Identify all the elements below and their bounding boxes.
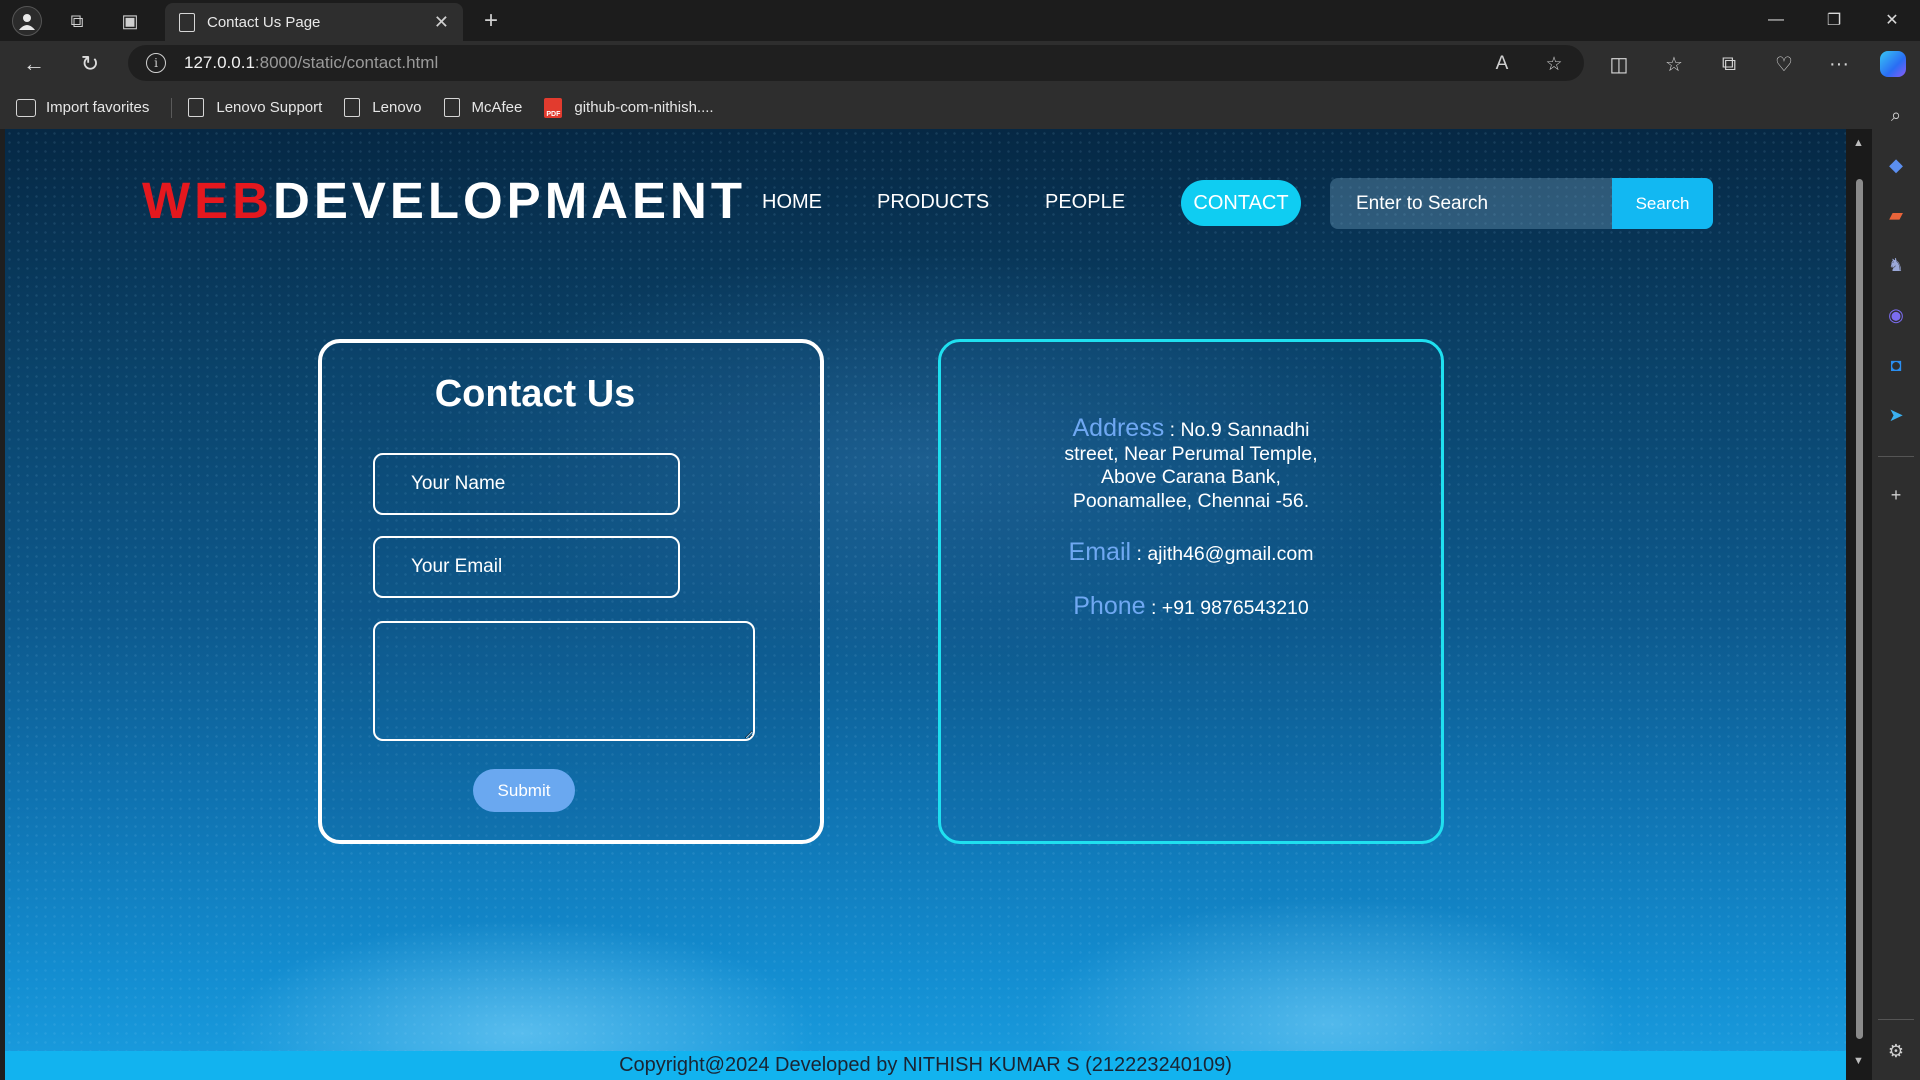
close-window-button[interactable]: ✕ (1864, 0, 1920, 40)
profile-icon[interactable] (12, 6, 42, 36)
close-tab-icon[interactable]: ✕ (434, 12, 449, 33)
page-footer: Copyright@2024 Developed by NITHISH KUMA… (5, 1051, 1846, 1080)
refresh-icon[interactable]: ↻ (73, 47, 107, 81)
phone-label: Phone (1073, 592, 1146, 620)
bookmark-lenovo-support[interactable]: Lenovo Support (188, 98, 322, 117)
contact-form-card: Contact Us Submit (318, 339, 824, 844)
bookmark-label: Import favorites (46, 99, 150, 116)
tab-contact-us[interactable]: Contact Us Page ✕ (165, 3, 463, 41)
title-bar: ⧉ ▣ Contact Us Page ✕ + — ❐ ✕ (0, 0, 1920, 41)
logo-white-text: DEVELOPMAENT (272, 172, 747, 229)
copilot-app-icon[interactable]: ◉ (1884, 303, 1908, 327)
bookmark-divider (171, 97, 173, 118)
tab-actions-icon[interactable]: ▣ (115, 6, 145, 36)
pdf-icon: PDF (544, 97, 563, 118)
name-field[interactable] (373, 453, 680, 515)
form-title: Contact Us (434, 373, 636, 415)
import-icon (16, 98, 36, 117)
tab-title: Contact Us Page (207, 13, 321, 31)
shopping-tag-icon[interactable]: ◆ (1884, 153, 1908, 177)
favorites-icon[interactable]: ☆ (1659, 49, 1689, 79)
settings-icon[interactable]: ⚙ (1884, 1039, 1908, 1063)
workspaces-icon[interactable]: ⧉ (62, 6, 92, 36)
email-label: Email (1068, 538, 1132, 566)
bookmark-label: github-com-nithish.... (574, 99, 714, 116)
bookmarks-bar: Import favorites Lenovo Support Lenovo M… (0, 86, 1920, 129)
page-scrollbar[interactable]: ▲ ▼ (1846, 129, 1872, 1080)
bookmark-github-pdf[interactable]: PDF github-com-nithish.... (544, 97, 714, 118)
message-field[interactable] (373, 621, 755, 741)
page-viewport: WEBDEVELOPMAENT HOME PRODUCTS PEOPLE CON… (5, 129, 1846, 1080)
email-field[interactable] (373, 536, 680, 598)
bookmark-mcafee[interactable]: McAfee (443, 98, 523, 117)
page-icon (344, 98, 361, 117)
email-block: Email : ajith46@gmail.com (941, 538, 1441, 567)
phone-block: Phone : +91 9876543210 (941, 592, 1441, 621)
nav-products[interactable]: PRODUCTS (877, 191, 989, 214)
page-icon (188, 98, 205, 117)
browser-essentials-icon[interactable]: ♡ (1769, 49, 1799, 79)
games-icon[interactable]: ♞ (1884, 253, 1908, 277)
submit-button[interactable]: Submit (473, 769, 575, 812)
more-icon[interactable]: ··· (1824, 49, 1854, 79)
maximize-button[interactable]: ❐ (1806, 0, 1862, 40)
url-path: :8000/static/contact.html (254, 53, 439, 72)
edge-sidebar: ⌕ ◆ ▰ ♞ ◉ ◘ ➤ + ⚙ (1872, 86, 1920, 1080)
nav-home[interactable]: HOME (762, 191, 822, 214)
bookmark-label: Lenovo Support (216, 99, 323, 116)
address-bar-row: ← ↻ i 127.0.0.1:8000/static/contact.html… (0, 41, 1920, 86)
search-icon[interactable]: ⌕ (1884, 103, 1908, 127)
collections-icon[interactable]: ⧉ (1714, 49, 1744, 79)
address-block: Address : No.9 Sannadhi street, Near Per… (941, 414, 1441, 513)
search-button[interactable]: Search (1612, 178, 1713, 229)
bookmark-label: McAfee (471, 99, 523, 116)
outlook-icon[interactable]: ◘ (1884, 353, 1908, 377)
site-logo[interactable]: WEBDEVELOPMAENT (142, 171, 746, 230)
url-host: 127.0.0.1 (184, 53, 255, 72)
search-box: Search (1330, 178, 1713, 229)
add-icon[interactable]: + (1884, 483, 1908, 507)
sidebar-divider (1878, 1019, 1914, 1020)
nav-contact[interactable]: CONTACT (1181, 180, 1301, 226)
minimize-button[interactable]: — (1748, 0, 1804, 40)
bookmark-lenovo[interactable]: Lenovo (344, 98, 422, 117)
scroll-down-icon[interactable]: ▼ (1853, 1055, 1864, 1067)
phone-value: : +91 9876543210 (1150, 597, 1309, 619)
email-value: : ajith46@gmail.com (1136, 543, 1314, 565)
telegram-icon[interactable]: ➤ (1884, 403, 1908, 427)
page-icon (179, 12, 195, 32)
read-aloud-icon[interactable]: A (1488, 50, 1516, 78)
sidebar-divider (1878, 456, 1914, 457)
scroll-up-icon[interactable]: ▲ (1853, 137, 1864, 149)
scroll-thumb[interactable] (1856, 179, 1863, 1039)
address-label: Address (1072, 414, 1165, 442)
bookmark-label: Lenovo (372, 99, 422, 116)
search-input[interactable] (1330, 178, 1612, 229)
split-screen-icon[interactable]: ◫ (1604, 49, 1634, 79)
contact-info-card: Address : No.9 Sannadhi street, Near Per… (938, 339, 1444, 844)
back-icon[interactable]: ← (17, 47, 51, 81)
site-info-icon[interactable]: i (146, 53, 166, 73)
copilot-icon[interactable] (1880, 51, 1906, 77)
new-tab-icon[interactable]: + (476, 6, 506, 36)
bookmark-import-favorites[interactable]: Import favorites (16, 98, 150, 117)
nav-people[interactable]: PEOPLE (1045, 191, 1125, 214)
address-bar[interactable]: i 127.0.0.1:8000/static/contact.html A ☆ (128, 45, 1584, 81)
page-icon (443, 98, 460, 117)
logo-red-text: WEB (142, 172, 273, 229)
favorite-star-icon[interactable]: ☆ (1540, 50, 1568, 78)
tools-icon[interactable]: ▰ (1884, 203, 1908, 227)
